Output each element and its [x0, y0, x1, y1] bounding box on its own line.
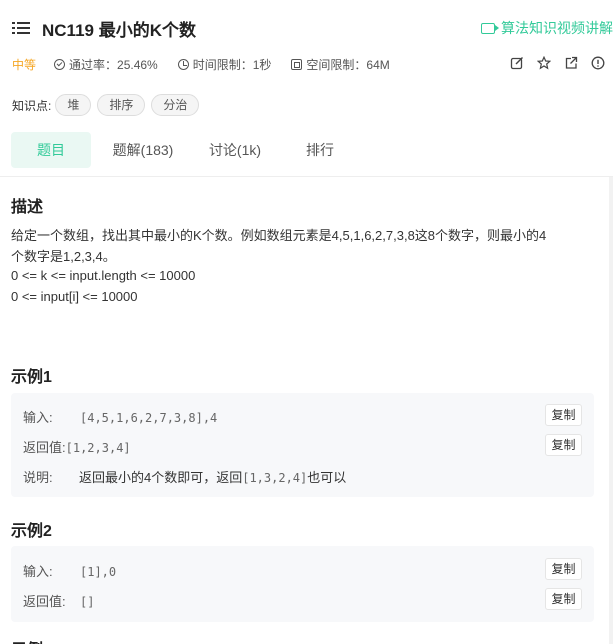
pass-rate-text: 通过率：25.46%: [69, 57, 158, 72]
copy-output-button[interactable]: 复制: [545, 434, 582, 456]
tab-problem[interactable]: 题目: [11, 132, 91, 168]
difficulty-badge: 中等: [12, 57, 37, 72]
example2-output-value: []: [80, 595, 95, 609]
example3-title-partial: 示例3: [11, 636, 52, 644]
chip-icon: [291, 58, 303, 70]
input-label: 输入:: [23, 410, 53, 425]
tags-row: 知识点: 堆 排序 分治: [12, 94, 205, 116]
action-icons: [497, 56, 605, 70]
example1-box: 输入: [4,5,1,6,2,7,3,8],4 复制 返回值:[1,2,3,4] …: [11, 393, 594, 497]
example1-output-row: 返回值:[1,2,3,4]: [23, 437, 131, 456]
star-icon[interactable]: [537, 56, 551, 70]
example1-title: 示例1: [11, 369, 52, 386]
description-line: 给定一个数组，找出其中最小的K个数。例如数组元素是4,5,1,6,2,7,3,8…: [11, 228, 547, 243]
copy-output-button[interactable]: 复制: [545, 588, 582, 610]
problem-header: NC119 最小的K个数 算法知识视频讲解 中等 通过率：25.46% 时间限制…: [0, 0, 613, 176]
description-line: 个数字是1,2,3,4。: [11, 249, 116, 264]
example1-explain-row: 说明: 返回最小的4个数即可，返回[1,3,2,4]也可以: [23, 467, 346, 486]
header-divider: [0, 176, 613, 177]
tags-label: 知识点:: [12, 98, 52, 113]
tab-discussion[interactable]: 讨论(1k): [195, 132, 275, 168]
example2-box: 输入: [1],0 复制 返回值: [] 复制: [11, 546, 594, 622]
example1-input-value: [4,5,1,6,2,7,3,8],4: [80, 411, 218, 425]
description-title: 描述: [11, 199, 44, 216]
pass-rate: 通过率：25.46%: [54, 56, 158, 73]
share-icon[interactable]: [564, 56, 578, 70]
problem-tabs: 题目 题解(183) 讨论(1k) 排行: [11, 132, 365, 168]
example1-input-row: 输入: [4,5,1,6,2,7,3,8],4: [23, 407, 217, 426]
copy-input-button[interactable]: 复制: [545, 404, 582, 426]
output-label: 返回值:: [23, 594, 66, 609]
problem-title: NC119 最小的K个数: [42, 20, 196, 40]
tab-ranking[interactable]: 排行: [275, 132, 365, 168]
output-label: 返回值:: [23, 440, 66, 455]
explain-text-end: 也可以: [307, 470, 347, 485]
description-line: 0 <= k <= input.length <= 10000: [11, 268, 196, 283]
video-icon: [481, 22, 499, 34]
edit-icon[interactable]: [510, 56, 524, 70]
clock-icon: [177, 58, 189, 70]
example2-input-value: [1],0: [80, 565, 117, 579]
example1-output-value: [1,2,3,4]: [65, 441, 131, 455]
tag-sort[interactable]: 排序: [97, 94, 146, 116]
meta-row: 中等 通过率：25.46% 时间限制：1秒 空间限制：64M: [12, 56, 410, 72]
report-icon[interactable]: [591, 56, 605, 70]
input-label: 输入:: [23, 564, 53, 579]
explain-text: 返回最小的4个数即可，返回: [79, 470, 243, 485]
tag-divide-conquer[interactable]: 分治: [151, 94, 200, 116]
tag-heap[interactable]: 堆: [55, 94, 92, 116]
check-circle-icon: [54, 58, 66, 70]
menu-list-icon[interactable]: [12, 21, 30, 35]
time-limit: 时间限制：1秒: [177, 56, 272, 73]
description-line: 0 <= input[i] <= 10000: [11, 289, 138, 304]
tab-solutions[interactable]: 题解(183): [91, 132, 195, 168]
example2-input-row: 输入: [1],0: [23, 561, 116, 580]
space-limit-text: 空间限制：64M: [306, 57, 390, 72]
example2-title: 示例2: [11, 523, 52, 540]
video-link-label: 算法知识视频讲解: [501, 20, 613, 36]
explain-code: [1,3,2,4]: [242, 471, 308, 485]
explain-label: 说明:: [23, 470, 53, 485]
example2-output-row: 返回值: []: [23, 591, 94, 610]
time-limit-text: 时间限制：1秒: [192, 57, 272, 72]
scrollbar[interactable]: [609, 177, 613, 644]
copy-input-button[interactable]: 复制: [545, 558, 582, 580]
title-row: NC119 最小的K个数: [12, 16, 196, 40]
video-explanation-link[interactable]: 算法知识视频讲解: [481, 18, 613, 38]
space-limit: 空间限制：64M: [291, 56, 390, 73]
